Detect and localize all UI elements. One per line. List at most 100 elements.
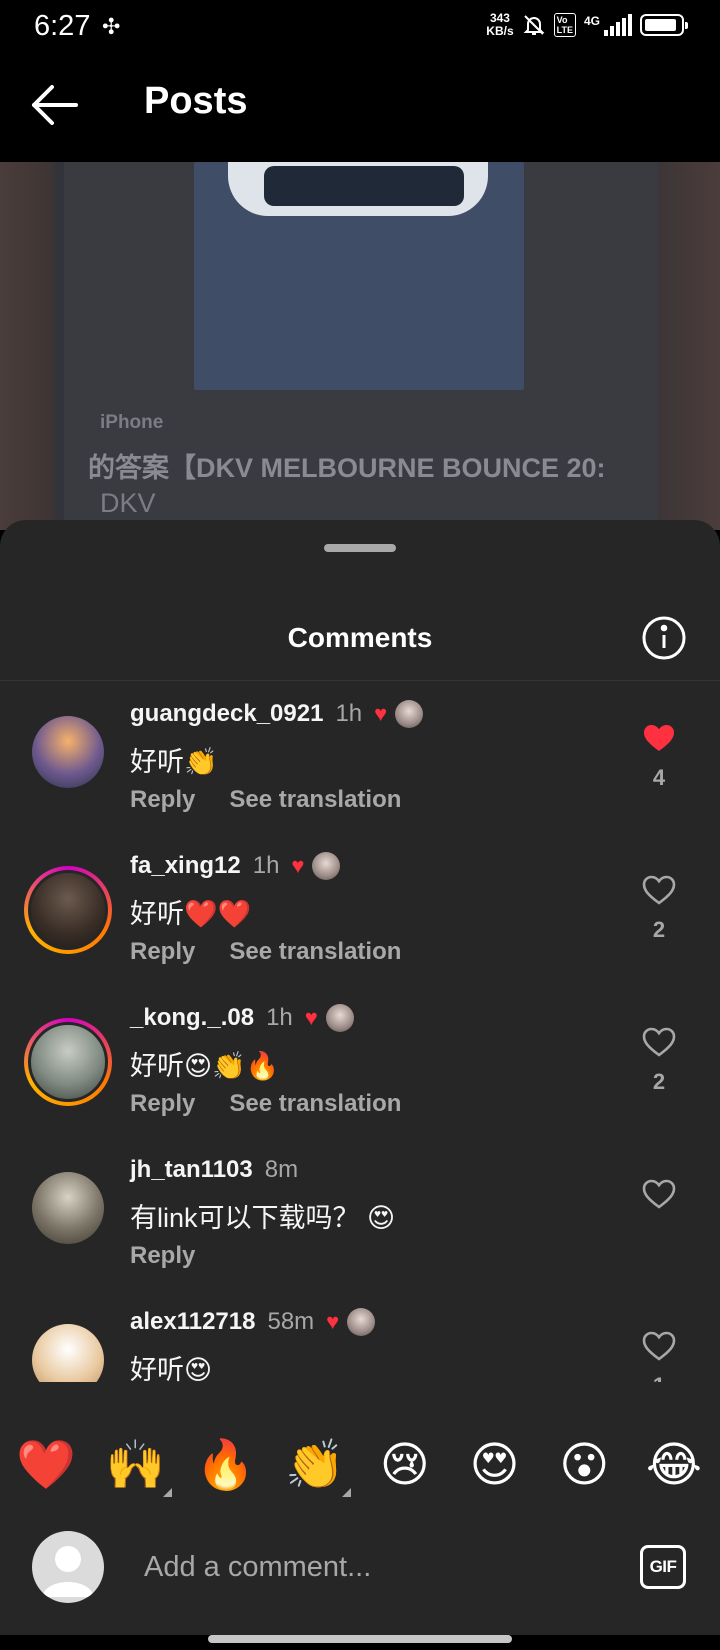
comment-like: 2: [636, 874, 682, 943]
avatar-image: [28, 1022, 108, 1102]
comment-row[interactable]: alex11271858m♥好听😍Reply1: [0, 1290, 720, 1382]
comment-username[interactable]: guangdeck_0921: [130, 700, 323, 728]
reply-button[interactable]: Reply: [130, 1242, 195, 1270]
reaction-emoji: 😍: [469, 1437, 520, 1493]
reply-button[interactable]: Reply: [130, 786, 195, 814]
reaction-emoji-button[interactable]: 👏: [285, 1441, 352, 1497]
network-type: 4G: [583, 14, 600, 28]
reaction-bar: ❤️ 🙌 🔥 👏 😢 😍 😮 😂: [0, 1415, 720, 1515]
arrow-left-icon[interactable]: [30, 82, 80, 128]
home-indicator-bar[interactable]: [208, 1635, 512, 1643]
see-translation-button[interactable]: See translation: [229, 938, 401, 966]
reply-button[interactable]: Reply: [130, 1090, 195, 1118]
avatar-image: [32, 716, 104, 788]
avatar-image: [32, 1172, 104, 1244]
comment-username[interactable]: fa_xing12: [130, 852, 241, 880]
comment-header: guangdeck_0921 1h ♥: [130, 700, 424, 728]
avatar-story-ring[interactable]: [24, 866, 112, 954]
net-speed: 343 KB/s: [486, 12, 513, 38]
drag-handle[interactable]: [324, 544, 396, 552]
comment-time: 58m: [267, 1308, 315, 1335]
avatar-image: [28, 870, 108, 950]
comment-text: 有link可以下载吗？ 😍: [130, 1203, 396, 1233]
reaction-emoji: 🔥: [195, 1437, 256, 1493]
preview-subtitle: DKV: [100, 488, 156, 518]
comment-username[interactable]: jh_tan1103: [130, 1156, 253, 1184]
reaction-emoji-button[interactable]: 🔥: [195, 1441, 256, 1489]
comment-list: guangdeck_0921 1h ♥ 好听👏 Reply See translation…: [0, 682, 720, 1382]
heart-filled-icon[interactable]: [642, 722, 676, 754]
comment-actions: Reply: [130, 1242, 195, 1270]
reaction-emoji: 😂: [645, 1437, 702, 1493]
comment-like: 1: [636, 1330, 682, 1382]
avatar[interactable]: [32, 1324, 104, 1382]
reaction-emoji: ❤️: [16, 1437, 76, 1493]
comment-row[interactable]: jh_tan1103 8m 有link可以下载吗？ 😍 Reply: [0, 1138, 720, 1298]
status-bar: 6:27 ✣ 343 KB/s Vo LTE 4G: [0, 0, 720, 52]
reaction-emoji: 😮: [559, 1437, 610, 1493]
variant-indicator-icon: [342, 1488, 352, 1497]
author-liked-heart-icon: ♥: [326, 1309, 340, 1334]
author-liked-heart-icon: ♥: [374, 701, 388, 726]
reaction-emoji: 👏: [285, 1437, 345, 1493]
comment-header: _kong._.08 1h ♥: [130, 1004, 354, 1032]
signal-bar: [622, 18, 626, 36]
comment-header: alex112718 58m ♥: [130, 1308, 376, 1336]
like-count: 4: [652, 765, 666, 790]
comment-text: 好听😍: [130, 1355, 213, 1382]
heart-outline-icon[interactable]: [642, 874, 676, 906]
comment-username[interactable]: alex112718: [130, 1308, 255, 1336]
like-count: 2: [652, 1069, 666, 1094]
gif-button[interactable]: GIF: [640, 1545, 686, 1589]
comment-header: jh_tan1103 8m: [130, 1156, 298, 1184]
preview-image: [194, 162, 524, 390]
avatar-story-ring[interactable]: [24, 1018, 112, 1106]
post-preview: iPhone 的答案【DKV MELBOURNE BOUNCE 20: DKV: [0, 162, 720, 530]
variant-indicator-icon: [162, 1488, 172, 1497]
volte-icon: Vo LTE: [553, 13, 576, 37]
author-avatar: [325, 1004, 354, 1032]
see-translation-button[interactable]: See translation: [229, 1090, 401, 1118]
comment-text: 好听😍👏🔥: [130, 1051, 280, 1081]
reaction-emoji-button[interactable]: 😂: [644, 1441, 704, 1489]
see-translation-button[interactable]: See translation: [229, 786, 401, 814]
status-icons: 343 KB/s Vo LTE 4G: [486, 12, 688, 38]
bell-muted-icon: [523, 15, 545, 35]
my-avatar: [32, 1531, 104, 1603]
reaction-emoji-button[interactable]: 🙌: [106, 1441, 172, 1497]
comment-input[interactable]: [144, 1545, 564, 1589]
avatar[interactable]: [32, 1172, 104, 1244]
comment-time: 1h: [335, 700, 363, 727]
divider: [0, 680, 720, 681]
heart-outline-icon[interactable]: [642, 1178, 676, 1210]
comment-time: 1h: [266, 1004, 293, 1031]
heart-outline-icon[interactable]: [642, 1330, 676, 1362]
default-avatar-icon: [42, 1546, 94, 1597]
like-count: 1: [636, 1373, 682, 1382]
avatar[interactable]: [32, 716, 104, 788]
author-avatar: [395, 700, 424, 728]
volte-line2: LTE: [556, 25, 573, 35]
author-avatar: [347, 1308, 376, 1336]
reaction-emoji-button[interactable]: ❤️: [16, 1441, 76, 1489]
reply-button[interactable]: Reply: [130, 938, 195, 966]
status-time: 6:27: [34, 10, 91, 42]
info-icon[interactable]: [641, 615, 687, 661]
comment-row[interactable]: guangdeck_0921 1h ♥ 好听👏 Reply See translation…: [0, 682, 720, 842]
author-avatar: [312, 852, 341, 880]
reaction-emoji-button[interactable]: 😮: [554, 1441, 614, 1489]
reaction-emoji-button[interactable]: 😢: [375, 1441, 435, 1489]
preview-shape: [264, 166, 464, 206]
heart-outline-icon[interactable]: [642, 1026, 676, 1058]
comment-composer: GIF: [0, 1515, 720, 1635]
comment-row[interactable]: _kong._.08 1h ♥ 好听😍👏🔥 Reply See translation 2: [0, 986, 720, 1146]
reaction-emoji-button[interactable]: 😍: [465, 1441, 525, 1489]
author-liked-heart-icon: ♥: [304, 1005, 318, 1030]
sheet-title: Comments: [287, 622, 433, 653]
comment-like: 4: [636, 722, 682, 791]
comment-username[interactable]: _kong._.08: [130, 1004, 254, 1032]
comment-text: 好听👏: [130, 747, 218, 777]
comment-row[interactable]: fa_xing12 1h ♥ 好听❤️❤️ Reply See translation 2: [0, 834, 720, 994]
comment-like: 2: [636, 1026, 682, 1095]
preview-small-label: iPhone: [100, 412, 164, 433]
